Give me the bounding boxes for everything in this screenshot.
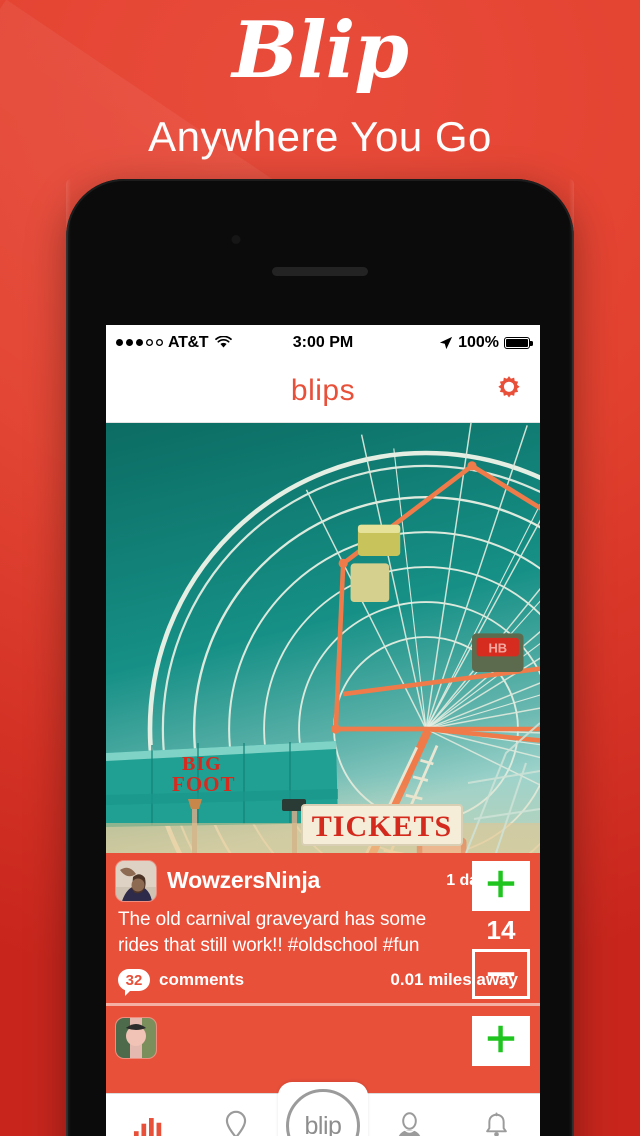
map-pin-icon [224,1107,248,1136]
app-navbar: blips [106,360,540,423]
svg-text:FOOT: FOOT [172,772,236,796]
feed-list[interactable]: HB BIG FOOT TICKETS WowzersNinja 1 The o… [106,423,540,1136]
avatar[interactable] [116,860,156,901]
minus-icon [486,965,516,983]
blip-compose-button[interactable]: blip [278,1082,368,1136]
tab-map[interactable]: Map [193,1094,280,1136]
vote-column: 14 [472,861,530,999]
svg-text:HB: HB [488,641,507,656]
upvote-button[interactable] [472,861,530,911]
post-photo[interactable]: HB BIG FOOT TICKETS [106,423,540,853]
carrier-label: AT&T [168,333,209,351]
vote-column [472,1016,530,1066]
blip-compose-label: blip [286,1089,360,1136]
vote-count: 14 [486,915,516,945]
wifi-icon [215,335,233,349]
upvote-button[interactable] [472,1016,530,1066]
location-arrow-icon [439,336,453,350]
person-icon [396,1107,423,1136]
status-bar: AT&T 3:00 PM 100% [106,325,540,360]
app-logo: blips [290,374,356,407]
bar-chart-icon [133,1107,165,1136]
bell-icon [484,1107,509,1136]
tab-bar: Trends Map [106,1082,540,1136]
plus-icon [486,1024,516,1059]
feed-post[interactable]: HB BIG FOOT TICKETS WowzersNinja 1 The o… [106,423,540,1003]
promo-background: Blip Anywhere You Go AT&T 3:00 PM 100% b… [0,0,640,1136]
post-username[interactable]: WowzersNinja [167,867,320,894]
comments-label: comments [159,970,245,989]
tab-trends[interactable]: Trends [106,1094,193,1136]
status-right: 100% [439,333,533,352]
battery-percent-label: 100% [458,333,499,351]
svg-text:TICKETS: TICKETS [312,810,452,843]
downvote-button[interactable] [472,949,530,999]
status-left: AT&T [116,333,233,352]
comments-button[interactable]: 32 comments [118,969,245,996]
promo-subtitle: Anywhere You Go [148,113,492,160]
tab-profile[interactable]: Profile [366,1094,453,1136]
gear-icon [494,374,524,409]
signal-strength-icon [116,339,163,346]
phone-edge-left [66,179,71,1136]
phone-edge-right [569,179,574,1136]
settings-button[interactable] [492,374,526,408]
comment-count-badge: 32 [118,969,150,996]
promo-title: Blip [232,5,409,96]
phone-mockup: AT&T 3:00 PM 100% blips HB BIG FOOT TICK… [66,179,574,1136]
post-divider [106,1003,540,1006]
avatar[interactable] [116,1017,156,1058]
tab-notifications[interactable]: Notifications [453,1094,540,1136]
earpiece-speaker [272,267,368,276]
feed-post[interactable] [106,1010,540,1080]
battery-full-icon [504,336,533,349]
phone-screen: AT&T 3:00 PM 100% blips HB BIG FOOT TICK… [106,325,540,1136]
plus-icon [486,869,516,904]
front-camera [231,235,241,244]
